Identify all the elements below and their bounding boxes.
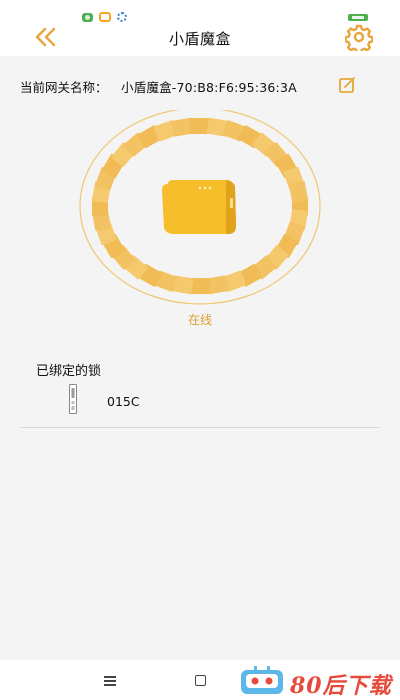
page-title: 小盾魔盒 (168, 30, 231, 48)
gateway-status-visual (0, 110, 400, 320)
status-icons (82, 12, 127, 22)
menu-icon[interactable] (104, 676, 116, 686)
gateway-name: 小盾魔盒-70:B8:F6:95:36:3A (121, 80, 297, 95)
door-lock-icon (69, 384, 77, 414)
ring-tile (289, 181, 308, 204)
lock-name: 015C (107, 394, 140, 409)
settings-notification-icon (117, 12, 127, 22)
settings-button[interactable] (344, 14, 374, 52)
list-item[interactable]: 015C (60, 384, 360, 418)
battery-badge-icon (348, 14, 368, 21)
gateway-label: 当前网关名称： (20, 80, 108, 95)
mascot-logo-icon (241, 666, 283, 694)
gateway-status: 在线 (187, 313, 212, 327)
watermark-logo: 80后下载 (238, 664, 400, 700)
gear-icon (345, 24, 373, 51)
app-notification-icon (82, 12, 93, 22)
bound-locks-title: 已绑定的锁 (36, 364, 102, 379)
edit-gateway-name-button[interactable] (338, 76, 356, 94)
header: 小盾魔盒 (0, 14, 400, 56)
gateway-name-row: 当前网关名称： 小盾魔盒-70:B8:F6:95:36:3A (20, 76, 360, 96)
status-bar (0, 0, 400, 24)
gateway-box-icon (162, 180, 236, 234)
home-square-icon[interactable] (195, 675, 206, 686)
watermark-text: 80后下载 (290, 673, 392, 699)
app-screen: 小盾魔盒 当前网关名称： 小盾魔盒-70:B8:F6:95:36:3A 在线 已… (0, 0, 400, 700)
message-icon (99, 12, 111, 22)
divider (20, 427, 380, 428)
edit-icon (339, 77, 355, 93)
